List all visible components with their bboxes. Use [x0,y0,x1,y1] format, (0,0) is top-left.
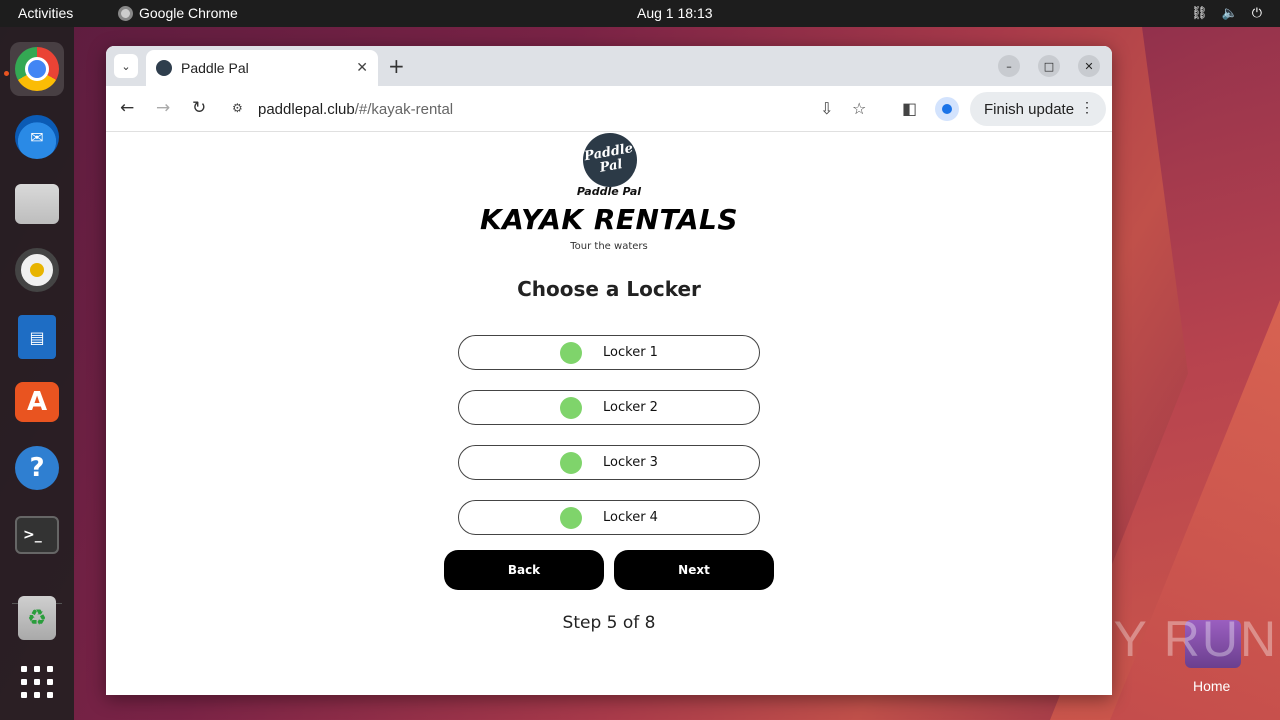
system-tray[interactable]: ⛓ 🔈 ⏻ [1191,5,1262,21]
url-path: /#/kayak-rental [354,100,454,118]
home-folder-label: Home [1193,678,1231,694]
activities-button[interactable]: Activities [18,5,73,21]
dock-terminal[interactable]: >_ [10,508,64,562]
power-icon: ⏻ [1251,5,1262,20]
section-heading: Choose a Locker [517,277,701,301]
availability-indicator [560,396,583,419]
step-indicator: Step 5 of 8 [562,613,656,633]
chevron-down-icon: ⌄ [121,59,131,73]
app-menu[interactable]: Google Chrome [118,5,238,21]
dock-writer[interactable]: ▤ [10,310,64,364]
bookmark-star-icon[interactable]: ☆ [852,99,866,118]
dock-files[interactable] [10,177,64,231]
page-content: Paddle Pal Paddle Pal KAYAK RENTALS Tour… [106,128,1112,695]
dock-chrome[interactable] [10,42,64,96]
availability-indicator [560,506,583,529]
chrome-icon [118,5,133,21]
close-tab-icon[interactable]: ✕ [356,59,368,76]
system-top-bar: Activities Google Chrome Aug 1 18:13 ⛓ 🔈… [0,0,1280,27]
dock-rhythmbox[interactable] [10,243,64,297]
browser-window: ⌄ Paddle Pal ✕ + – □ ✕ ← → ↻ ⚙ paddlepal… [106,46,1112,695]
locker-label: Locker 3 [603,455,658,470]
page-title: KAYAK RENTALS [479,203,739,236]
maximize-button[interactable]: □ [1038,55,1060,77]
locker-option-2[interactable]: Locker 2 [458,390,760,425]
locker-label: Locker 2 [603,400,658,415]
show-apps-icon[interactable] [21,666,53,698]
locker-option-1[interactable]: Locker 1 [458,335,760,370]
locker-label: Locker 1 [603,345,658,360]
finish-update-button[interactable]: Finish update ⋮ [970,92,1106,126]
tab-bar: ⌄ Paddle Pal ✕ + – □ ✕ [106,46,1112,86]
availability-indicator [560,341,583,364]
terminal-icon: >_ [15,516,59,554]
new-tab-icon[interactable]: + [388,54,405,78]
side-panel-icon[interactable]: ◧ [902,99,917,118]
address-bar[interactable]: ⚙ paddlepal.club/#/kayak-rental [222,93,882,125]
help-icon: ? [15,446,59,490]
app-center-icon: A [15,382,59,422]
favicon-icon [156,60,172,76]
volume-icon: 🔈 [1221,5,1238,20]
dock-help[interactable]: ? [10,441,64,495]
dock-trash[interactable]: ♻ [10,591,64,645]
locker-option-3[interactable]: Locker 3 [458,445,760,480]
locker-label: Locker 4 [603,510,658,525]
trash-icon: ♻ [18,596,56,640]
dock: ✉ ▤ A ? >_ ♻ [0,27,74,720]
browser-toolbar: ← → ↻ ⚙ paddlepal.club/#/kayak-rental ⇩ … [106,86,1112,132]
minimize-button[interactable]: – [998,55,1020,77]
close-icon: ✕ [1084,59,1094,73]
url-host: paddlepal.club [258,100,355,118]
running-indicator [4,71,9,76]
tab-search-button[interactable]: ⌄ [114,54,138,78]
clock[interactable]: Aug 1 18:13 [637,5,713,21]
dock-thunderbird[interactable]: ✉ [10,110,64,164]
forward-arrow-icon[interactable]: → [156,98,170,118]
availability-indicator [560,451,583,474]
locker-option-4[interactable]: Locker 4 [458,500,760,535]
close-window-button[interactable]: ✕ [1078,55,1100,77]
app-name: Google Chrome [139,5,238,21]
back-arrow-icon[interactable]: ← [120,98,134,118]
more-menu-icon: ⋮ [1080,99,1094,115]
back-button[interactable]: Back [444,550,604,590]
files-icon [15,184,59,224]
minimize-icon: – [1006,59,1012,73]
site-info-icon[interactable]: ⚙ [232,101,248,117]
writer-icon: ▤ [18,315,56,359]
profile-avatar-icon[interactable] [935,97,959,121]
finish-update-label: Finish update [984,100,1075,118]
paddle-pal-logo: Paddle Pal [578,128,642,192]
dock-app-center[interactable]: A [10,375,64,429]
maximize-icon: □ [1043,59,1055,73]
network-icon: ⛓ [1191,5,1208,20]
chrome-icon [15,47,59,91]
page-subtitle: Tour the waters [570,241,648,252]
thunderbird-icon: ✉ [15,115,59,159]
rhythmbox-icon [15,248,59,292]
tab-title: Paddle Pal [181,60,249,76]
tab-paddle-pal[interactable]: Paddle Pal ✕ [146,50,378,86]
next-button[interactable]: Next [614,550,774,590]
reload-icon[interactable]: ↻ [192,98,206,118]
install-app-icon[interactable]: ⇩ [820,99,833,118]
logo-caption: Paddle Pal [576,185,642,198]
